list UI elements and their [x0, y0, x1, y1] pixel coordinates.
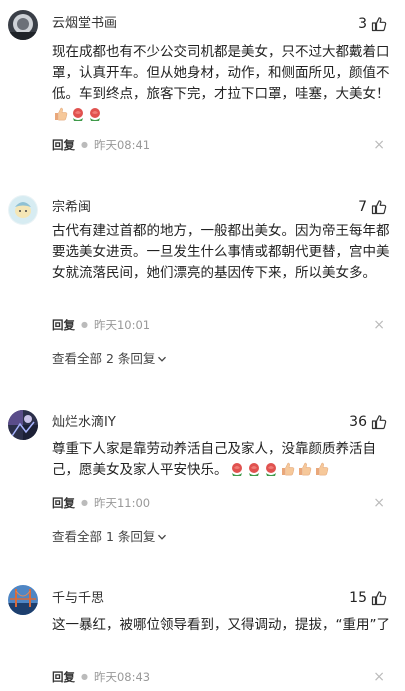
thumbs-up-emoji-icon: [314, 461, 330, 477]
thumbs-up-emoji-icon: [53, 106, 69, 122]
close-icon[interactable]: ×: [373, 317, 385, 333]
like-count: 36: [349, 414, 367, 430]
rose-emoji-icon: [246, 461, 262, 477]
comment-item: 云烟堂书画 3 现在成都也有不少公交司机都是美女，只不过大都戴着口罩，认真开车。…: [0, 0, 405, 170]
like-button[interactable]: 36: [349, 413, 387, 431]
view-all-replies-button[interactable]: 查看全部 1 条回复: [52, 529, 167, 545]
avatar-image: [8, 585, 38, 615]
thumbs-up-icon: [371, 17, 387, 32]
avatar-image: [8, 10, 38, 40]
username[interactable]: 千与千思: [52, 590, 104, 608]
separator-dot: ●: [81, 320, 88, 329]
close-icon[interactable]: ×: [373, 495, 385, 511]
thumbs-up-emoji-icon: [297, 461, 313, 477]
comment-item: 千与千思 15 这一暴红，被哪位领导看到，又得调动，提拔，“重用”了 回复 ● …: [0, 580, 405, 691]
like-button[interactable]: 15: [349, 589, 387, 607]
thumbs-up-icon: [371, 200, 387, 215]
reply-button[interactable]: 回复: [52, 669, 75, 685]
separator-dot: ●: [81, 672, 88, 681]
username[interactable]: 灿烂水滴IY: [52, 414, 116, 432]
comment-meta: 回复 ● 昨天11:00: [52, 495, 150, 511]
avatar[interactable]: [8, 10, 38, 40]
avatar[interactable]: [8, 410, 38, 440]
username[interactable]: 云烟堂书画: [52, 15, 117, 33]
chevron-down-icon: [158, 534, 167, 540]
comment-item: 灿烂水滴IY 36 尊重下人家是靠劳动养活自己及家人，没靠颜质养活自己，愿美女及…: [0, 400, 405, 560]
comment-meta: 回复 ● 昨天08:41: [52, 137, 150, 153]
reply-button[interactable]: 回复: [52, 495, 75, 511]
comment-text: 现在成都也有不少公交司机都是美女，只不过大都戴着口罩，认真开车。但从她身材，动作…: [52, 42, 392, 126]
rose-emoji-icon: [229, 461, 245, 477]
separator-dot: ●: [81, 498, 88, 507]
close-icon[interactable]: ×: [373, 137, 385, 153]
rose-emoji-icon: [263, 461, 279, 477]
reply-button[interactable]: 回复: [52, 137, 75, 153]
chevron-down-icon: [158, 356, 167, 362]
rose-emoji-icon: [87, 106, 103, 122]
view-all-replies-button[interactable]: 查看全部 2 条回复: [52, 351, 167, 367]
comment-text: 尊重下人家是靠劳动养活自己及家人，没靠颜质养活自己，愿美女及家人平安快乐。: [52, 441, 376, 478]
comment-text: 这一暴红，被哪位领导看到，又得调动，提拔，“重用”了: [52, 617, 390, 633]
reply-button[interactable]: 回复: [52, 317, 75, 333]
comment-meta: 回复 ● 昨天10:01: [52, 317, 150, 333]
like-button[interactable]: 3: [358, 15, 387, 33]
comment-text: 古代有建过首都的地方，一般都出美女。因为帝王每年都要选美女进贡。一旦发生什么事情…: [52, 223, 390, 281]
avatar-image: [8, 195, 38, 225]
like-count: 15: [349, 590, 367, 606]
rose-emoji-icon: [70, 106, 86, 122]
thumbs-up-emoji-icon: [280, 461, 296, 477]
thumbs-up-icon: [371, 591, 387, 606]
avatar[interactable]: [8, 195, 38, 225]
like-count: 3: [358, 16, 367, 32]
timestamp: 昨天08:41: [93, 138, 151, 152]
timestamp: 昨天11:00: [93, 496, 151, 510]
separator-dot: ●: [81, 140, 88, 149]
username[interactable]: 宗希闽: [52, 199, 91, 217]
comment-meta: 回复 ● 昨天08:43: [52, 669, 150, 685]
like-count: 7: [358, 199, 367, 215]
comment-item: 宗希闽 7 古代有建过首都的地方，一般都出美女。因为帝王每年都要选美女进贡。一旦…: [0, 185, 405, 380]
like-button[interactable]: 7: [358, 198, 387, 216]
close-icon[interactable]: ×: [373, 669, 385, 685]
timestamp: 昨天08:43: [93, 670, 151, 684]
thumbs-up-icon: [371, 415, 387, 430]
timestamp: 昨天10:01: [93, 318, 151, 332]
avatar-image: [8, 410, 38, 440]
avatar[interactable]: [8, 585, 38, 615]
